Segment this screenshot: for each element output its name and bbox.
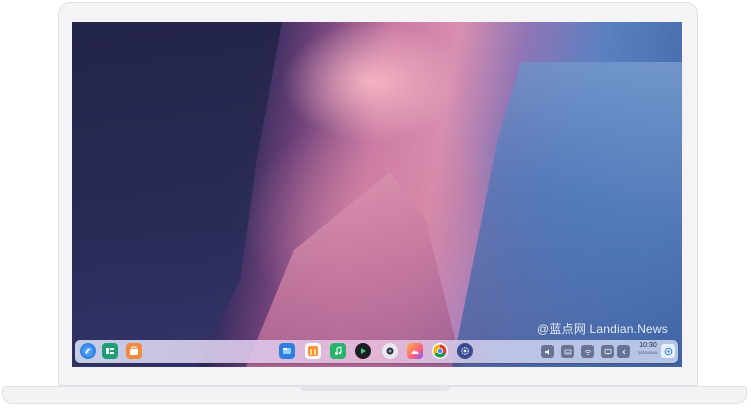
camera-icon[interactable] bbox=[382, 343, 398, 359]
notification-center-icon[interactable] bbox=[661, 344, 675, 358]
chevron-left-icon[interactable] bbox=[617, 345, 630, 358]
calendar-icon[interactable] bbox=[305, 343, 321, 359]
clock[interactable]: 10:30 2023/03/01 bbox=[634, 342, 662, 361]
app-store-icon[interactable] bbox=[126, 343, 142, 359]
watermark-text: @蓝点网 Landian.News bbox=[537, 322, 668, 336]
display-icon[interactable] bbox=[601, 345, 614, 358]
volume-icon[interactable] bbox=[541, 345, 554, 358]
settings-icon[interactable] bbox=[457, 343, 473, 359]
image-viewer-icon[interactable] bbox=[407, 343, 423, 359]
clock-date: 2023/03/01 bbox=[637, 350, 659, 355]
wallpaper-rock-pink bbox=[246, 172, 462, 367]
desktop-screen: @蓝点网 Landian.News bbox=[72, 22, 682, 367]
clock-time: 10:30 bbox=[639, 342, 657, 349]
video-player-icon[interactable] bbox=[355, 343, 371, 359]
file-manager-icon[interactable] bbox=[279, 343, 295, 359]
music-icon[interactable] bbox=[330, 343, 346, 359]
keyboard-icon[interactable] bbox=[561, 345, 574, 358]
taskbar-dock: 10:30 2023/03/01 bbox=[75, 340, 678, 363]
multitask-view-icon[interactable] bbox=[102, 343, 118, 359]
laptop-base-notch bbox=[300, 386, 450, 391]
wallpaper-rock-dark bbox=[72, 22, 282, 367]
launcher-icon[interactable] bbox=[80, 343, 96, 359]
chrome-icon[interactable] bbox=[432, 343, 448, 359]
wifi-icon[interactable] bbox=[581, 345, 594, 358]
